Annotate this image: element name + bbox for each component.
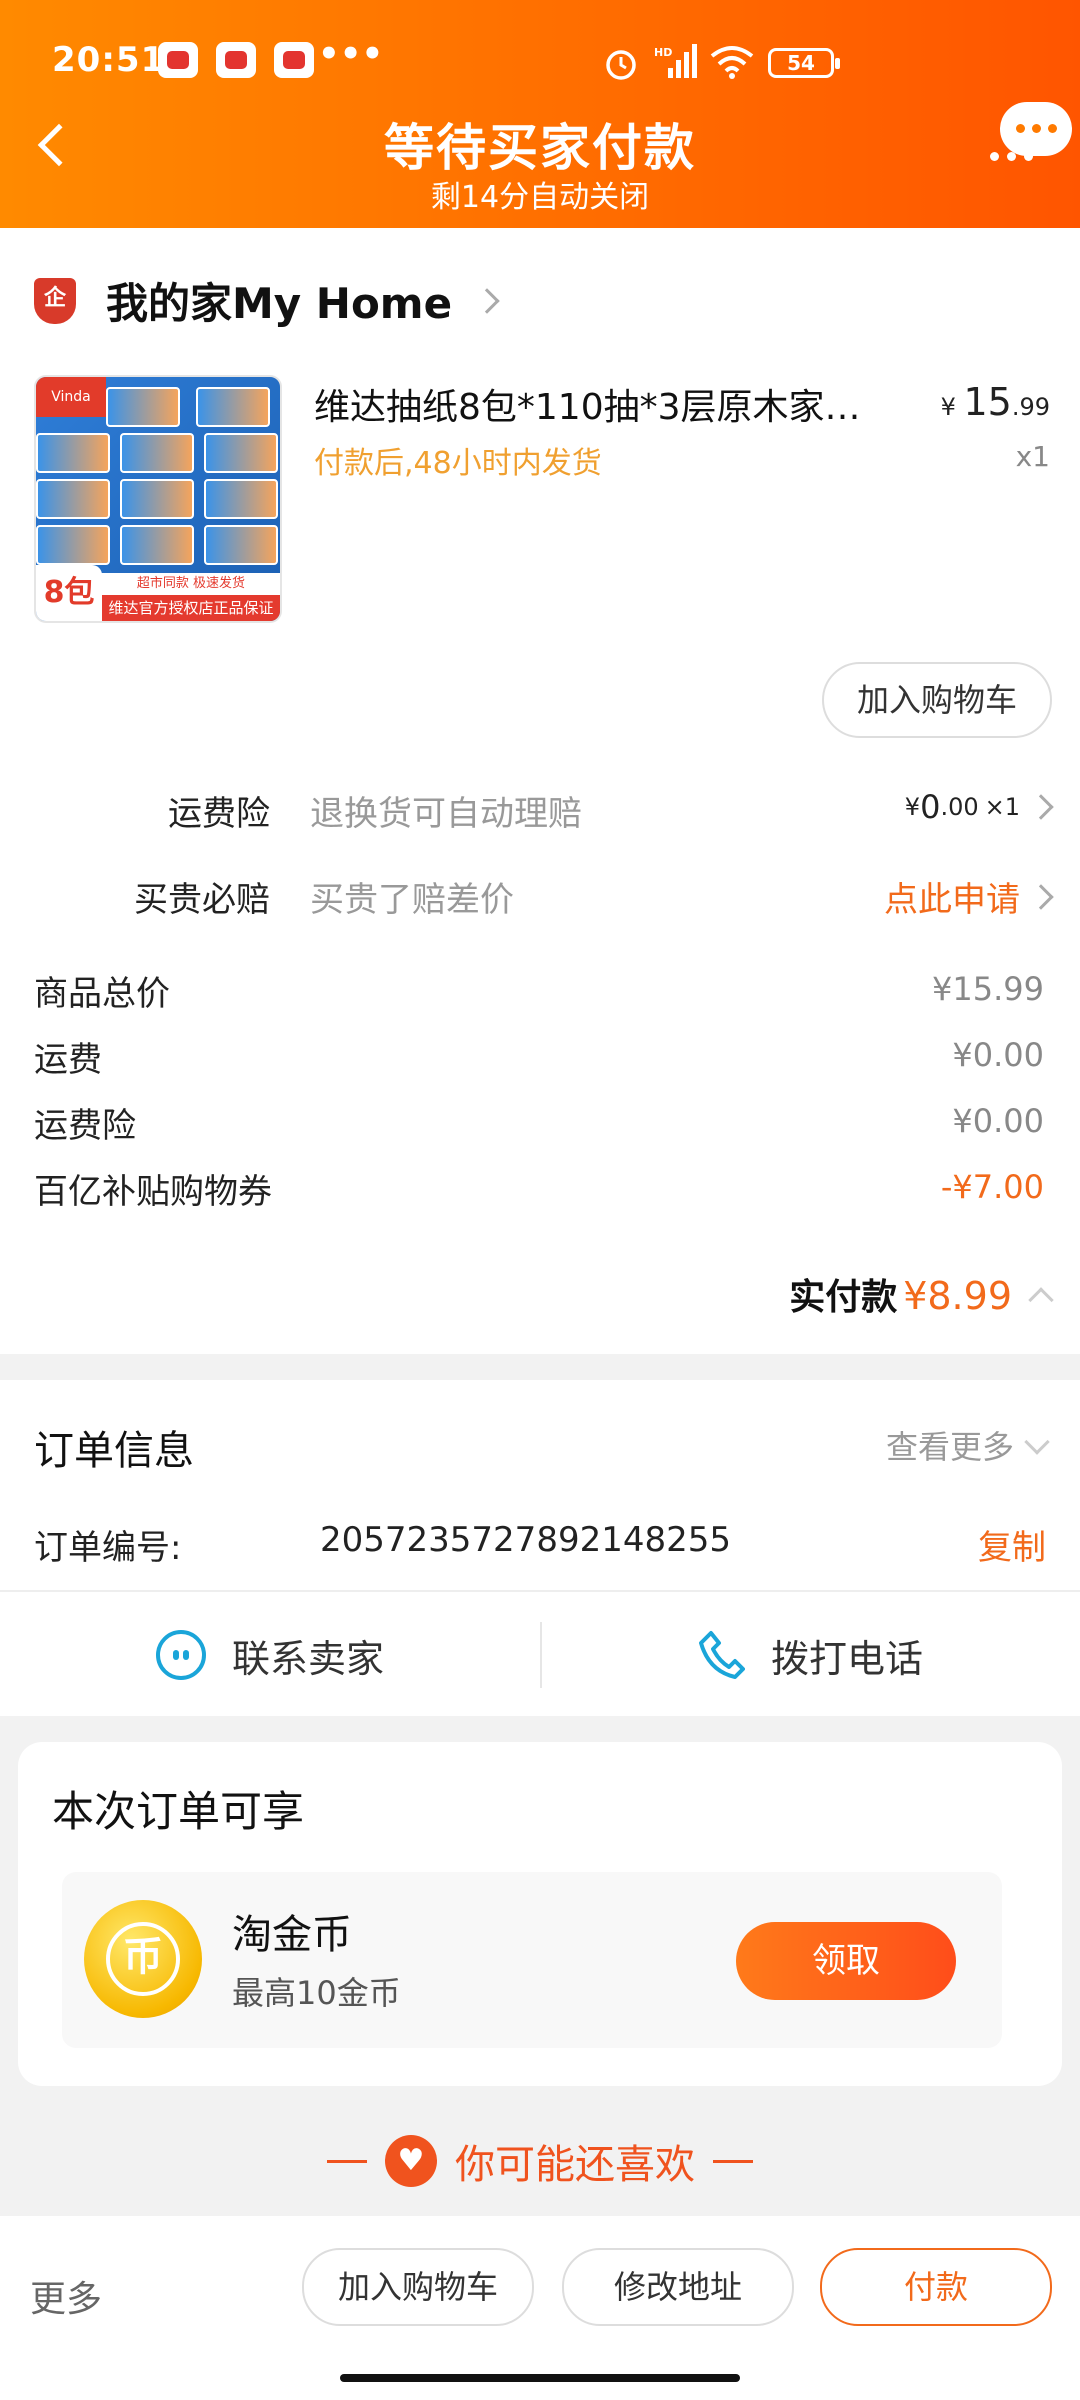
shop-name: 我的家My Home xyxy=(106,279,453,328)
contact-bar: 联系卖家 拨打电话 xyxy=(0,1590,1080,1716)
view-more-link[interactable]: 查看更多 xyxy=(886,1422,1050,1468)
app-notification-icon xyxy=(158,42,198,78)
bottom-action-bar: 更多 加入购物车 修改地址 付款 xyxy=(0,2216,1080,2400)
svg-text:HD: HD xyxy=(654,46,672,59)
auto-close-countdown: 剩14分自动关闭 xyxy=(430,180,650,215)
recommend-header: ♥ 你可能还喜欢 xyxy=(0,2132,1080,2190)
service-label: 运费险 xyxy=(168,794,270,834)
contact-seller-label: 联系卖家 xyxy=(231,1636,384,1681)
coin-name: 淘金币 xyxy=(232,1912,352,1958)
bottom-add-to-cart-button[interactable]: 加入购物车 xyxy=(302,2248,534,2326)
more-dots-icon[interactable] xyxy=(990,152,1033,161)
home-indicator xyxy=(340,2374,740,2382)
product-quantity: x1 xyxy=(1015,440,1050,473)
heart-icon: ♥ xyxy=(385,2135,437,2187)
product-image[interactable]: Vinda 超市同款 极速发货 维达官方授权店正品保证 8包 xyxy=(34,375,282,623)
recommend-title: 你可能还喜欢 xyxy=(455,2142,695,2188)
divider xyxy=(713,2159,753,2163)
alarm-icon xyxy=(606,50,636,80)
chevron-right-icon xyxy=(1028,883,1054,910)
coupon-discount-amount: -¥7.00 xyxy=(940,1168,1044,1206)
page-title: 等待买家付款 xyxy=(384,119,696,177)
chevron-right-icon xyxy=(474,287,500,314)
more-button[interactable]: 更多 xyxy=(30,2270,102,2322)
contact-seller-button[interactable]: 联系卖家 xyxy=(0,1592,540,1718)
brand-logo: Vinda xyxy=(36,377,106,417)
edit-address-button[interactable]: 修改地址 xyxy=(562,2248,794,2326)
coin-offer: 淘金币 最高10金币 领取 xyxy=(62,1872,1002,2048)
call-phone-label: 拨打电话 xyxy=(770,1636,923,1681)
fee-label: 运费险 xyxy=(34,1106,136,1146)
paid-amount: ¥8.99 xyxy=(903,1274,1012,1318)
enterprise-shop-icon: 企 xyxy=(34,277,76,324)
service-desc: 退换货可自动理赔 xyxy=(310,794,582,834)
chat-face-icon xyxy=(155,1630,206,1680)
message-icon[interactable] xyxy=(1000,102,1072,156)
fee-label: 商品总价 xyxy=(34,974,170,1014)
order-number: 2057235727892148255 xyxy=(320,1520,732,1560)
call-phone-button[interactable]: 拨打电话 xyxy=(540,1592,1080,1718)
add-to-cart-button[interactable]: 加入购物车 xyxy=(822,662,1052,738)
order-benefit-card: 本次订单可享 淘金币 最高10金币 领取 xyxy=(18,1742,1062,2086)
coin-desc: 最高10金币 xyxy=(232,1974,401,2012)
image-caption: 维达官方授权店正品保证 xyxy=(98,595,280,621)
wifi-icon xyxy=(710,46,754,79)
product-title[interactable]: 维达抽纸8包*110抽*3层原木家… xyxy=(314,378,894,430)
apply-price-protection-link[interactable]: 点此申请 xyxy=(884,872,1054,921)
phone-icon xyxy=(698,1631,745,1679)
delivery-promise: 付款后,48小时内发货 xyxy=(314,446,602,481)
pay-button[interactable]: 付款 xyxy=(820,2248,1052,2326)
battery-icon: 54 xyxy=(768,48,840,78)
app-notification-icon xyxy=(274,42,314,78)
divider xyxy=(327,2159,367,2163)
service-desc: 买贵了赔差价 xyxy=(310,880,514,920)
benefit-title: 本次订单可享 xyxy=(52,1787,305,1836)
paid-label: 实付款 xyxy=(789,1277,898,1318)
chevron-right-icon xyxy=(1028,794,1054,820)
service-label: 买贵必赔 xyxy=(134,880,270,920)
chevron-up-icon xyxy=(1028,1287,1054,1313)
chevron-down-icon xyxy=(1024,1429,1050,1455)
gold-coin-icon xyxy=(84,1900,202,2018)
fee-label: 运费 xyxy=(34,1040,102,1080)
signal-icon: HD xyxy=(654,44,697,78)
pack-count-badge: 8包 xyxy=(36,565,102,621)
order-info-title: 订单信息 xyxy=(34,1428,194,1474)
order-number-label: 订单编号: xyxy=(34,1528,182,1568)
product-price: ¥ 15.99 xyxy=(940,380,1050,424)
header-bar: 20:51 ••• HD 54 等待买家付款 剩14分自动关闭 xyxy=(0,0,1080,228)
more-notifications-icon: ••• xyxy=(318,34,384,74)
actual-payment[interactable]: 实付款 ¥8.99 xyxy=(789,1268,1054,1320)
copy-order-number-button[interactable]: 复制 xyxy=(978,1520,1046,1569)
fee-amount: ¥0.00 xyxy=(952,1036,1044,1074)
fee-amount: ¥15.99 xyxy=(932,970,1044,1008)
shop-link[interactable]: 企 我的家My Home xyxy=(34,270,500,331)
notification-icons xyxy=(158,42,314,78)
image-caption: 超市同款 极速发货 xyxy=(98,573,280,595)
fee-amount: ¥0.00 xyxy=(952,1102,1044,1140)
fee-label: 百亿补贴购物券 xyxy=(34,1172,272,1212)
app-notification-icon xyxy=(216,42,256,78)
claim-coins-button[interactable]: 领取 xyxy=(736,1922,956,2000)
shipping-insurance-value[interactable]: ¥0.00 ×1 xyxy=(905,788,1054,826)
status-time: 20:51 xyxy=(52,40,166,80)
